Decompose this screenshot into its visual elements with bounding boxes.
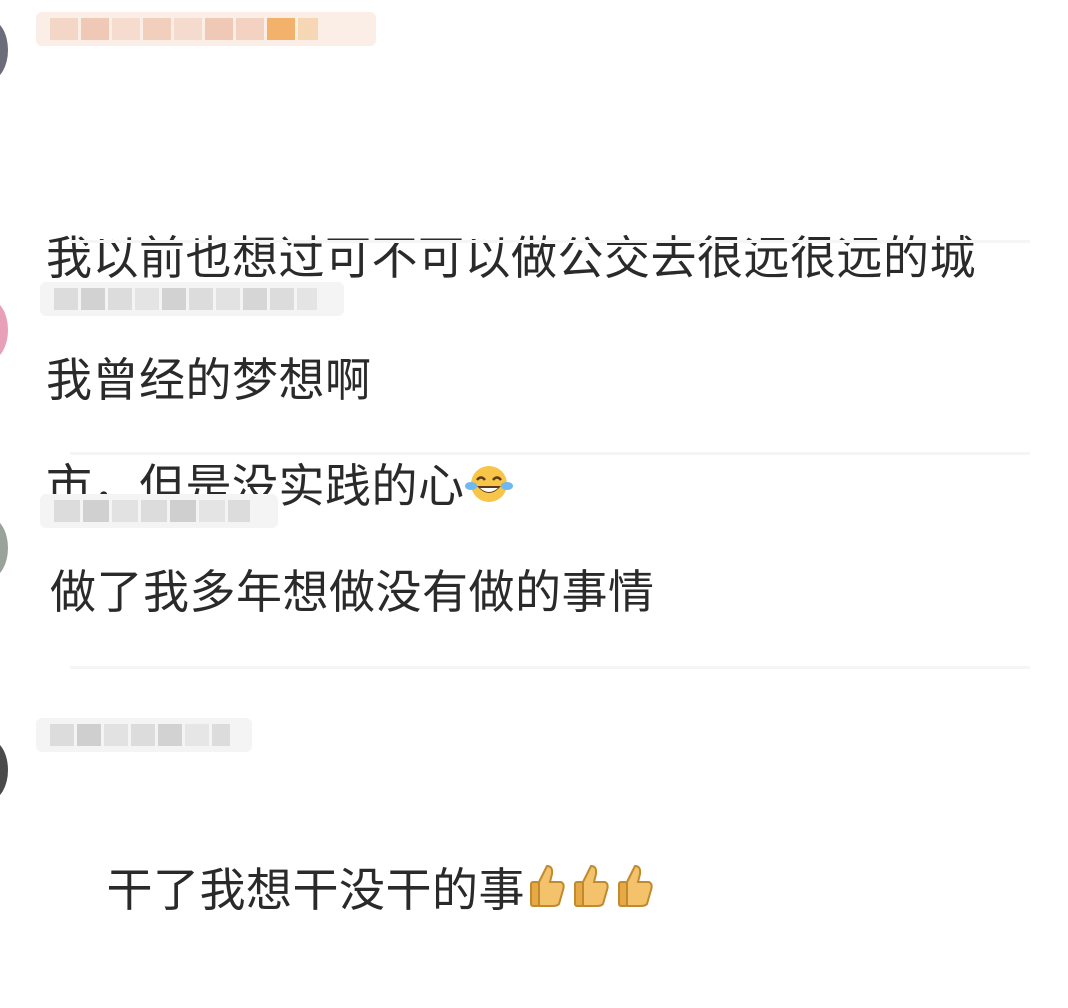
divider — [70, 240, 1030, 243]
avatar[interactable] — [0, 518, 8, 578]
comment-text: 干了我想干没干的事 — [46, 776, 1056, 1008]
thumbs-up-icon — [613, 856, 657, 932]
avatar[interactable] — [0, 740, 8, 800]
thumbs-up-icon — [569, 856, 613, 932]
username-blurred[interactable] — [36, 12, 376, 46]
username-blurred[interactable] — [40, 494, 278, 528]
avatar[interactable] — [0, 300, 8, 360]
username-blurred[interactable] — [36, 718, 252, 752]
username-blurred[interactable] — [40, 282, 344, 316]
divider — [70, 452, 1030, 455]
divider — [70, 666, 1030, 669]
comment-text-fragment: 干了我想干没干的事 — [106, 863, 525, 917]
thumbs-up-icon — [525, 856, 569, 932]
laugh-cry-emoji-icon — [464, 452, 513, 528]
comment-text: 我曾经的梦想啊 — [46, 353, 372, 407]
comment-text: 做了我多年想做没有做的事情 — [50, 565, 655, 619]
avatar[interactable] — [0, 20, 8, 80]
